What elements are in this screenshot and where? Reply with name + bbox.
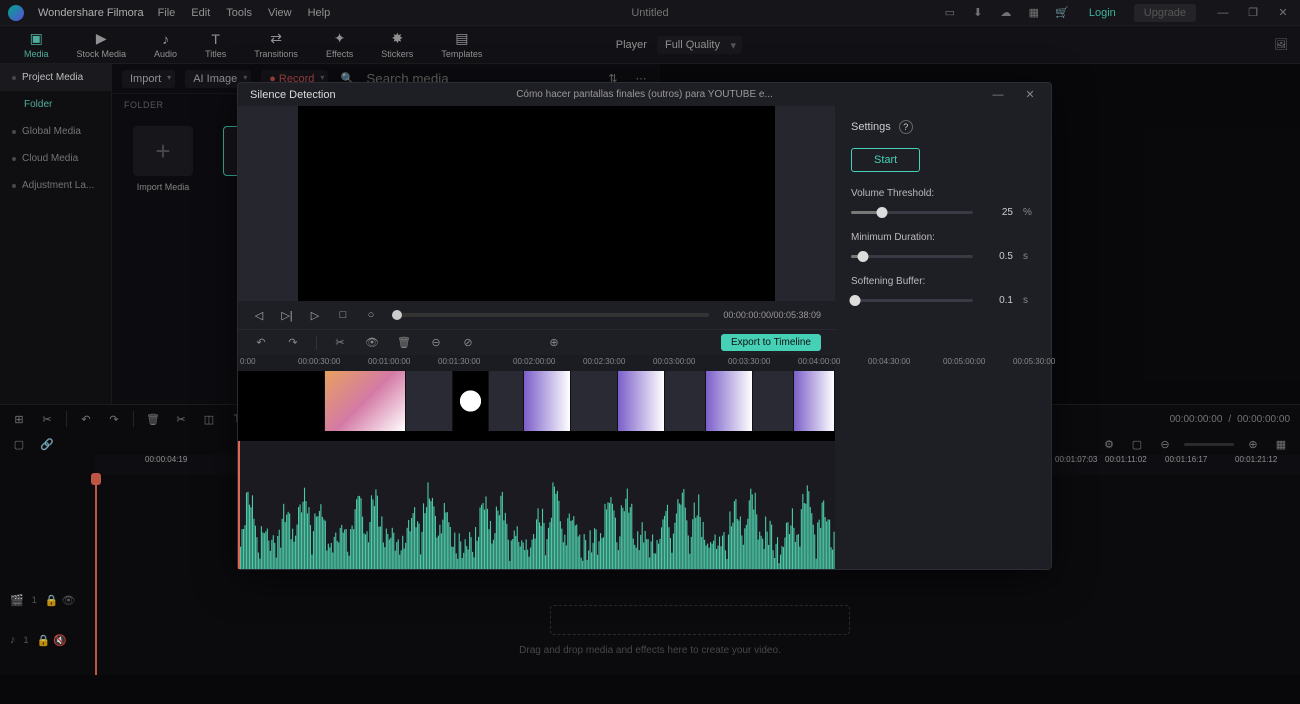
volume-threshold-slider[interactable] [851,211,973,214]
modal-filename: Cómo hacer pantallas finales (outros) pa… [516,89,773,100]
export-timeline-button[interactable]: Export to Timeline [721,334,821,351]
modal-close-icon[interactable]: ✕ [1021,86,1039,104]
play-icon[interactable]: ▷ [308,308,322,322]
modal-left: ◁ ▷| ▷ □ ○ 00:00:00:00/00:05:38:09 ↶ ↷ ✂… [238,106,835,569]
modal-ruler[interactable]: 0:00 00:00:30:00 00:01:00:00 00:01:30:00… [238,355,835,371]
m-eye-icon[interactable]: 👁 [363,334,381,352]
modal-preview [298,106,775,301]
modal-thumbnail-strip[interactable] [238,371,835,441]
loop-icon[interactable]: ○ [364,308,378,322]
stop-icon[interactable]: □ [336,308,350,322]
param-min-duration: Minimum Duration: 0.5 s [851,232,1035,262]
m-undo-icon[interactable]: ↶ [252,334,270,352]
modal-header: Silence Detection Cómo hacer pantallas f… [238,83,1051,106]
modal-transport: ◁ ▷| ▷ □ ○ 00:00:00:00/00:05:38:09 [238,301,835,329]
silence-detection-modal: Silence Detection Cómo hacer pantallas f… [237,82,1052,570]
param-volume-threshold: Volume Threshold: 25 % [851,188,1035,218]
modal-tools: ↶ ↷ ✂ 👁 🗑 ⊖ ⊘ ⊕ Export to Timeline [238,329,835,355]
info-icon[interactable]: ? [899,120,913,134]
step-back-icon[interactable]: ▷| [280,308,294,322]
m-mark-icon[interactable]: ⊘ [459,334,477,352]
modal-minimize-icon[interactable]: — [989,86,1007,104]
soft-buffer-slider[interactable] [851,299,973,302]
m-cut-icon[interactable]: ✂ [331,334,349,352]
min-duration-slider[interactable] [851,255,973,258]
prev-frame-icon[interactable]: ◁ [252,308,266,322]
m-redo-icon[interactable]: ↷ [284,334,302,352]
modal-title: Silence Detection [250,89,336,101]
start-button[interactable]: Start [851,148,920,172]
m-zoomin-icon[interactable]: ⊕ [545,334,563,352]
m-zoomout-icon[interactable]: ⊖ [427,334,445,352]
m-delete-icon[interactable]: 🗑 [395,334,413,352]
transport-time: 00:00:00:00/00:05:38:09 [723,310,821,320]
param-soft-buffer: Softening Buffer: 0.1 s [851,276,1035,306]
modal-settings-panel: Settings ? Start Volume Threshold: 25 % … [835,106,1051,569]
modal-waveform[interactable] [238,441,835,569]
settings-label: Settings [851,121,891,133]
transport-scrubber[interactable] [392,313,709,317]
